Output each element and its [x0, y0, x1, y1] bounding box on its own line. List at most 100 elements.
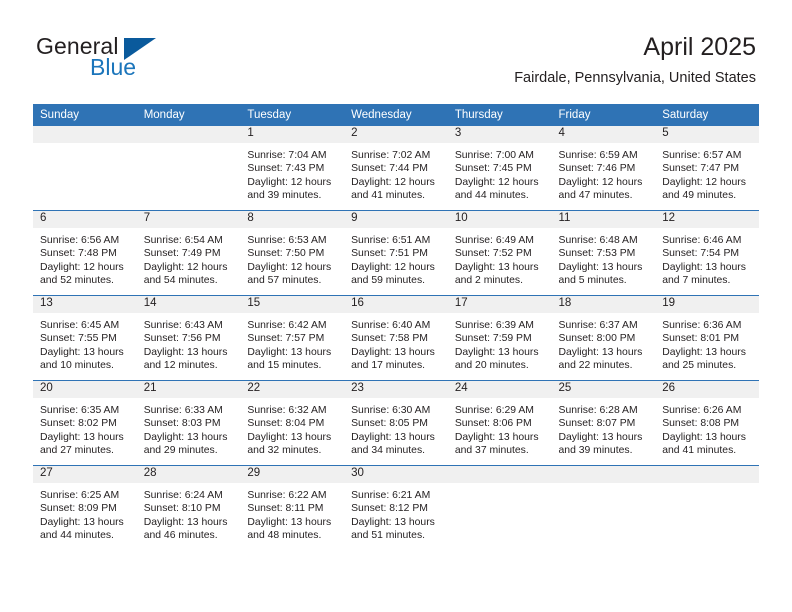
calendar-day-cell[interactable]: 1 Sunrise: 7:04 AM Sunset: 7:43 PM Daylight…	[240, 126, 345, 211]
daylight-duration-line2: and 41 minutes.	[351, 189, 426, 201]
calendar-day-cell[interactable]: 22 Sunrise: 6:32 AM Sunset: 8:04 PM Dayligh…	[240, 380, 345, 466]
calendar-day-cell[interactable]: 12 Sunrise: 6:46 AM Sunset: 7:54 PM Dayligh…	[655, 210, 759, 296]
daylight-duration-line1: Daylight: 13 hours	[662, 346, 746, 358]
daylight-duration-line1: Daylight: 13 hours	[558, 261, 643, 273]
calendar-day-cell[interactable]: 14 Sunrise: 6:43 AM Sunset: 7:56 PM Dayligh…	[136, 295, 241, 381]
sunrise-time: Sunrise: 7:04 AM	[247, 150, 327, 161]
daylight-duration-line1: Daylight: 12 hours	[351, 261, 435, 273]
daylight-duration-line1: Daylight: 13 hours	[454, 261, 539, 273]
daylight-duration-line1: Daylight: 12 hours	[143, 261, 228, 273]
daylight-duration-line1: Daylight: 13 hours	[351, 431, 435, 443]
daylight-duration-line2: and 2 minutes.	[454, 274, 523, 286]
day-details: Sunrise: 6:46 AM Sunset: 7:54 PM Daylight:…	[655, 228, 759, 287]
daylight-duration-line1: Daylight: 13 hours	[351, 516, 435, 528]
sunrise-time: Sunrise: 6:39 AM	[454, 320, 534, 331]
calendar-week-row: 6 Sunrise: 6:56 AM Sunset: 7:48 PM Daylight…	[33, 210, 759, 296]
day-details: Sunrise: 6:51 AM Sunset: 7:51 PM Daylight:…	[344, 228, 448, 287]
daylight-duration-line2: and 51 minutes.	[351, 529, 426, 541]
day-number: 10	[447, 211, 552, 228]
day-number: 3	[447, 126, 552, 143]
sunrise-time: Sunrise: 6:45 AM	[40, 320, 120, 331]
sunset-time: Sunset: 7:55 PM	[40, 333, 117, 345]
day-details: Sunrise: 6:49 AM Sunset: 7:52 PM Daylight:…	[448, 228, 552, 287]
calendar-day-cell[interactable]: 5 Sunrise: 6:57 AM Sunset: 7:47 PM Daylight…	[655, 126, 759, 211]
calendar-day-cell[interactable]: 28 Sunrise: 6:24 AM Sunset: 8:10 PM Dayligh…	[136, 465, 241, 550]
daylight-duration-line2: and 37 minutes.	[454, 444, 529, 456]
sunrise-time: Sunrise: 6:53 AM	[247, 235, 327, 246]
title-block: April 2025 Fairdale, Pennsylvania, Unite…	[514, 32, 756, 87]
sunrise-time: Sunrise: 6:28 AM	[558, 405, 638, 416]
weekday-header-wednesday: Wednesday	[344, 104, 448, 126]
sunrise-time: Sunrise: 6:43 AM	[143, 320, 223, 331]
calendar-day-cell[interactable]: 27 Sunrise: 6:25 AM Sunset: 8:09 PM Dayligh…	[33, 465, 137, 550]
calendar-day-cell[interactable]: 21 Sunrise: 6:33 AM Sunset: 8:03 PM Dayligh…	[136, 380, 241, 466]
sunset-time: Sunset: 8:01 PM	[662, 333, 740, 345]
sunset-time: Sunset: 7:51 PM	[351, 248, 428, 260]
sunset-time: Sunset: 8:10 PM	[143, 503, 221, 515]
calendar-day-cell[interactable]: 17 Sunrise: 6:39 AM Sunset: 7:59 PM Dayligh…	[447, 295, 552, 381]
weekday-header-sunday: Sunday	[33, 104, 137, 126]
calendar-day-cell[interactable]: 16 Sunrise: 6:40 AM Sunset: 7:58 PM Dayligh…	[344, 295, 448, 381]
day-details: Sunrise: 6:48 AM Sunset: 7:53 PM Daylight:…	[552, 228, 656, 287]
calendar-day-cell[interactable]: 24 Sunrise: 6:29 AM Sunset: 8:06 PM Dayligh…	[447, 380, 552, 466]
calendar-day-cell[interactable]: 18 Sunrise: 6:37 AM Sunset: 8:00 PM Dayligh…	[551, 295, 656, 381]
daylight-duration-line2: and 27 minutes.	[40, 444, 114, 456]
day-number: 20	[33, 381, 137, 398]
day-details: Sunrise: 6:33 AM Sunset: 8:03 PM Daylight:…	[137, 398, 241, 457]
daylight-duration-line1: Daylight: 13 hours	[662, 431, 746, 443]
calendar-day-cell[interactable]: 20 Sunrise: 6:35 AM Sunset: 8:02 PM Dayligh…	[33, 380, 137, 466]
day-details: Sunrise: 6:59 AM Sunset: 7:46 PM Daylight:…	[552, 143, 656, 202]
daylight-duration-line2: and 12 minutes.	[143, 359, 218, 371]
calendar-day-cell[interactable]: 25 Sunrise: 6:28 AM Sunset: 8:07 PM Dayligh…	[551, 380, 656, 466]
sunrise-time: Sunrise: 6:26 AM	[662, 405, 742, 416]
day-details: Sunrise: 6:30 AM Sunset: 8:05 PM Daylight:…	[344, 398, 448, 457]
calendar-day-cell[interactable]: 10 Sunrise: 6:49 AM Sunset: 7:52 PM Dayligh…	[447, 210, 552, 296]
calendar-day-cell[interactable]: 19 Sunrise: 6:36 AM Sunset: 8:01 PM Dayligh…	[655, 295, 759, 381]
daylight-duration-line1: Daylight: 13 hours	[40, 431, 124, 443]
sunset-time: Sunset: 7:45 PM	[454, 163, 532, 175]
sunrise-time: Sunrise: 6:22 AM	[247, 490, 327, 501]
calendar-day-cell[interactable]: 11 Sunrise: 6:48 AM Sunset: 7:53 PM Dayligh…	[551, 210, 656, 296]
daylight-duration-line1: Daylight: 12 hours	[558, 176, 643, 188]
daylight-duration-line2: and 47 minutes.	[558, 189, 633, 201]
calendar-day-cell[interactable]: 2 Sunrise: 7:02 AM Sunset: 7:44 PM Daylight…	[344, 126, 448, 211]
sunrise-time: Sunrise: 6:29 AM	[454, 405, 534, 416]
calendar-day-cell[interactable]: 26 Sunrise: 6:26 AM Sunset: 8:08 PM Dayligh…	[655, 380, 759, 466]
day-number: 5	[655, 126, 759, 143]
daylight-duration-line2: and 46 minutes.	[143, 529, 218, 541]
calendar-day-cell[interactable]: 8 Sunrise: 6:53 AM Sunset: 7:50 PM Daylight…	[240, 210, 345, 296]
weekday-header-tuesday: Tuesday	[240, 104, 345, 126]
daylight-duration-line2: and 32 minutes.	[247, 444, 322, 456]
sunset-time: Sunset: 7:56 PM	[143, 333, 221, 345]
daylight-duration-line1: Daylight: 13 hours	[143, 516, 228, 528]
daylight-duration-line2: and 52 minutes.	[40, 274, 114, 286]
calendar-week-row: 13 Sunrise: 6:45 AM Sunset: 7:55 PM Dayligh…	[33, 295, 759, 381]
daylight-duration-line1: Daylight: 13 hours	[143, 431, 228, 443]
day-details: Sunrise: 6:32 AM Sunset: 8:04 PM Daylight:…	[240, 398, 344, 457]
brand-logo[interactable]: General Blue	[36, 33, 216, 89]
daylight-duration-line2: and 49 minutes.	[662, 189, 737, 201]
day-details: Sunrise: 6:24 AM Sunset: 8:10 PM Daylight:…	[137, 483, 241, 542]
day-number: 25	[551, 381, 656, 398]
calendar-day-cell[interactable]: 3 Sunrise: 7:00 AM Sunset: 7:45 PM Daylight…	[447, 126, 552, 211]
calendar-day-cell[interactable]: 29 Sunrise: 6:22 AM Sunset: 8:11 PM Dayligh…	[240, 465, 345, 550]
sunset-time: Sunset: 7:49 PM	[143, 248, 221, 260]
calendar-day-cell[interactable]: 4 Sunrise: 6:59 AM Sunset: 7:46 PM Daylight…	[551, 126, 656, 211]
sunrise-time: Sunrise: 6:42 AM	[247, 320, 327, 331]
calendar-day-cell[interactable]: 7 Sunrise: 6:54 AM Sunset: 7:49 PM Daylight…	[136, 210, 241, 296]
calendar-day-cell[interactable]: 23 Sunrise: 6:30 AM Sunset: 8:05 PM Dayligh…	[344, 380, 448, 466]
page-subtitle: Fairdale, Pennsylvania, United States	[514, 70, 756, 86]
calendar-day-cell[interactable]: 6 Sunrise: 6:56 AM Sunset: 7:48 PM Daylight…	[33, 210, 137, 296]
calendar-day-cell[interactable]: 15 Sunrise: 6:42 AM Sunset: 7:57 PM Dayligh…	[240, 295, 345, 381]
sunrise-time: Sunrise: 6:37 AM	[558, 320, 638, 331]
daylight-duration-line2: and 5 minutes.	[558, 274, 627, 286]
day-details: Sunrise: 6:39 AM Sunset: 7:59 PM Daylight:…	[448, 313, 552, 372]
sunrise-time: Sunrise: 6:35 AM	[40, 405, 120, 416]
calendar-day-cell[interactable]: 9 Sunrise: 6:51 AM Sunset: 7:51 PM Daylight…	[344, 210, 448, 296]
calendar-day-cell[interactable]: 30 Sunrise: 6:21 AM Sunset: 8:12 PM Dayligh…	[344, 465, 448, 550]
day-number: 17	[447, 296, 552, 313]
calendar-day-cell[interactable]: 13 Sunrise: 6:45 AM Sunset: 7:55 PM Dayligh…	[33, 295, 137, 381]
sunset-time: Sunset: 7:43 PM	[247, 163, 325, 175]
sunrise-time: Sunrise: 6:25 AM	[40, 490, 120, 501]
daylight-duration-line2: and 41 minutes.	[662, 444, 737, 456]
